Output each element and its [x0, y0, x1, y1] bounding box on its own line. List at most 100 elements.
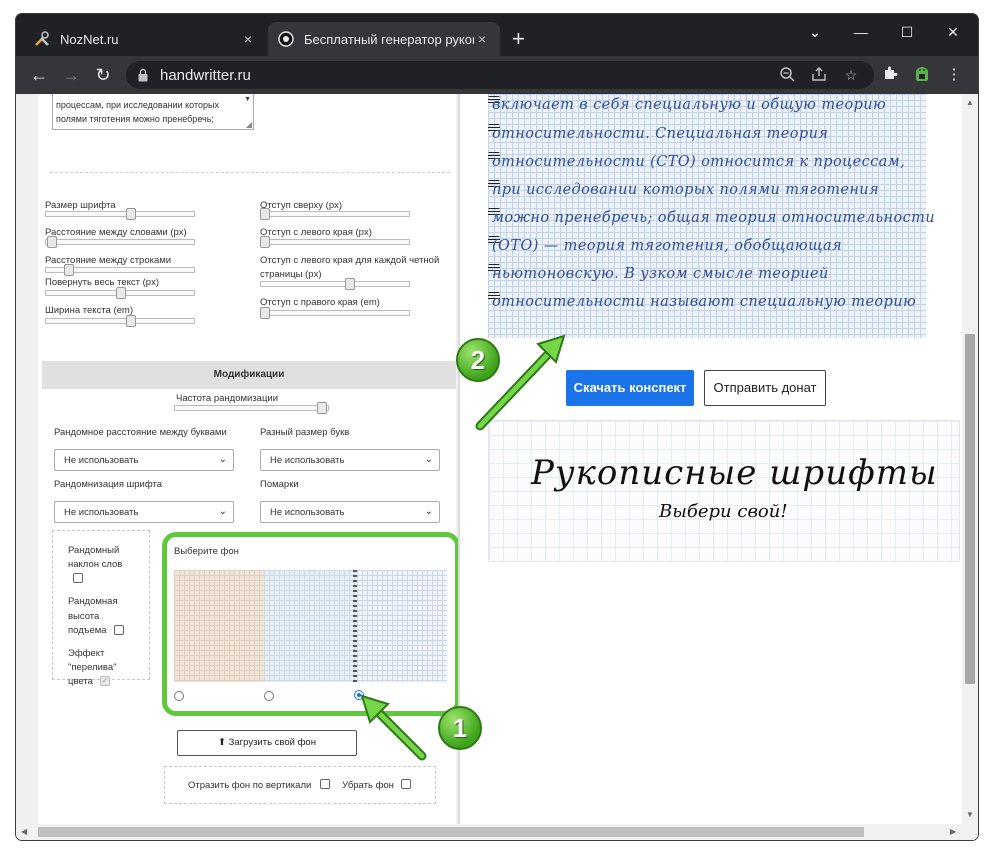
font-randomization-select[interactable]: Не использовать ⌄ — [54, 501, 234, 523]
text-width-slider[interactable] — [45, 315, 195, 327]
text-input-area[interactable]: процессам, при исследовании которых поля… — [52, 94, 254, 130]
random-letter-spacing-select[interactable]: Не использовать ⌄ — [54, 449, 234, 471]
left-margin-slider[interactable] — [260, 236, 410, 248]
randomization-frequency-label: Частота рандомизации — [176, 393, 279, 404]
random-height-label: подъема — [68, 625, 107, 636]
minimize-button[interactable]: — — [838, 20, 884, 44]
bookmark-star-icon[interactable]: ☆ — [842, 66, 860, 84]
extensions-icon[interactable] — [880, 65, 900, 85]
word-spacing-slider[interactable] — [45, 236, 195, 248]
browser-toolbar: ← → ↻ handwritter.ru ☆ ⋮ — [16, 56, 978, 94]
blots-select[interactable]: Не использовать ⌄ — [260, 501, 440, 523]
textarea-line: полями тяготения можно пренебречь; — [56, 114, 214, 124]
upload-background-button[interactable]: ⬆ Загрузить свой фон — [177, 730, 357, 756]
lock-icon — [138, 68, 148, 82]
settings-column: процессам, при исследовании которых поля… — [16, 94, 460, 824]
zoom-icon[interactable] — [778, 66, 796, 84]
random-letter-size-select[interactable]: Не использовать ⌄ — [260, 449, 440, 471]
menu-dots-icon[interactable]: ⋮ — [944, 65, 964, 85]
random-height-checkbox[interactable] — [114, 625, 124, 635]
download-notes-button[interactable]: Скачать конспект — [566, 370, 694, 406]
handwritten-line: при исследовании которых полями тяготени… — [492, 182, 880, 198]
remove-background-checkbox[interactable] — [401, 779, 411, 789]
font-randomization-label: Рандомнизация шрифта — [54, 479, 162, 490]
resize-handle-icon[interactable]: ◢ — [246, 120, 252, 129]
top-margin-slider[interactable] — [260, 208, 410, 220]
handwritten-line: ньютоновскую. В узком смысле теорией — [492, 266, 829, 282]
chevron-down-icon: ⌄ — [218, 506, 227, 517]
new-tab-button[interactable]: + — [512, 28, 525, 50]
overflow-effect-label: Эффект — [68, 648, 105, 659]
maximize-button[interactable]: ☐ — [884, 20, 930, 44]
handwritten-line: относительности называют специальную тео… — [492, 294, 917, 310]
word-spacing-label: Расстояние между словами (px) — [45, 227, 187, 238]
top-margin-label: Отступ сверху (px) — [260, 200, 343, 211]
random-height-label: Рандомная — [68, 596, 118, 607]
random-height-label: высота — [68, 611, 100, 622]
banner-subtitle: Выбери свой! — [659, 501, 788, 522]
chevron-down-icon: ⌄ — [424, 506, 433, 517]
random-letter-spacing-label: Рандомное расстояние между буквами — [54, 427, 227, 438]
share-icon[interactable] — [810, 66, 828, 84]
close-window-button[interactable]: ✕ — [930, 20, 976, 44]
handwriting-preview: включает в себя специальную и общую теор… — [488, 94, 935, 338]
browser-window: NozNet.ru × Бесплатный генератор рукопис… — [16, 14, 978, 840]
blots-label: Помарки — [260, 479, 299, 490]
scroll-right-icon[interactable]: ▶ — [950, 827, 956, 836]
section-divider — [50, 172, 450, 173]
handwritten-line: включает в себя специальную и общую теор… — [492, 97, 887, 113]
tab-handwritter[interactable]: Бесплатный генератор рукопис × — [268, 22, 500, 56]
vertical-scroll-thumb[interactable] — [965, 334, 975, 684]
handwritten-line: можно пренебречь; общая теория относител… — [492, 210, 935, 226]
rotate-label: Повернуть весь текст (px) — [45, 277, 160, 288]
left-margin-label: Отступ с левого края (px) — [260, 227, 372, 238]
scroll-down-icon[interactable]: ▼ — [966, 810, 974, 819]
overflow-effect-label: "перелива" — [68, 662, 117, 673]
close-tab-icon[interactable]: × — [240, 31, 256, 47]
tab-title: NozNet.ru — [60, 31, 119, 47]
android-extension-icon[interactable] — [912, 65, 932, 85]
chevron-down-icon: ⌄ — [218, 454, 227, 465]
remove-background-label: Убрать фон — [342, 780, 394, 791]
scroll-up-icon[interactable]: ▲ — [966, 98, 974, 107]
handwritten-line: (ОТО) — теория тяготения, обобщающая — [492, 238, 843, 254]
horizontal-scroll-thumb[interactable] — [38, 827, 864, 837]
font-size-slider[interactable] — [45, 208, 195, 220]
modifications-header: Модификации — [42, 361, 456, 389]
tab-noznet[interactable]: NozNet.ru × — [24, 22, 266, 56]
random-slant-label: Рандомный — [68, 545, 120, 556]
randomization-frequency-slider[interactable] — [174, 402, 329, 414]
step-badge-1: 1 — [438, 706, 482, 750]
scroll-arrow-icon[interactable]: ▼ — [244, 96, 251, 103]
flip-background-checkbox[interactable] — [320, 779, 330, 789]
tab-search-icon[interactable]: ⌄ — [792, 20, 838, 44]
highlight-frame — [162, 532, 460, 716]
back-icon[interactable]: ← — [26, 62, 52, 88]
close-tab-icon[interactable]: × — [474, 31, 490, 47]
fonts-banner[interactable]: Рукописные шрифты Выбери свой! — [488, 420, 960, 562]
forward-icon[interactable]: → — [58, 62, 84, 88]
line-spacing-slider[interactable] — [45, 264, 195, 276]
handwritten-line: относительности (СТО) относится к процес… — [492, 154, 906, 170]
url-text: handwritter.ru — [160, 67, 251, 84]
banner-title: Рукописные шрифты — [531, 453, 938, 493]
page-viewport: процессам, при исследовании которых поля… — [16, 94, 978, 840]
horizontal-scrollbar[interactable]: ◀ ▶ — [16, 824, 978, 840]
overflow-effect-checkbox[interactable]: ✓ — [100, 676, 110, 686]
step-badge-2: 2 — [456, 338, 500, 382]
scroll-left-icon[interactable]: ◀ — [21, 827, 27, 836]
reload-icon[interactable]: ↻ — [90, 62, 116, 88]
font-size-label: Размер шрифта — [45, 200, 116, 211]
handwritten-line: относительности. Специальная теория — [492, 126, 829, 142]
upload-icon: ⬆ — [218, 737, 227, 748]
chevron-down-icon: ⌄ — [424, 454, 433, 465]
send-donation-button[interactable]: Отправить донат — [704, 370, 826, 406]
text-width-label: Ширина текста (em) — [45, 305, 134, 316]
address-bar[interactable]: handwritter.ru ☆ — [126, 61, 874, 89]
random-slant-checkbox[interactable] — [73, 573, 83, 583]
tab-title: Бесплатный генератор рукопис — [304, 31, 474, 47]
left-margin-even-slider[interactable] — [260, 278, 410, 290]
rotate-slider[interactable] — [45, 287, 195, 299]
vertical-scrollbar[interactable]: ▲ ▼ — [962, 94, 978, 824]
right-margin-slider[interactable] — [260, 307, 410, 319]
